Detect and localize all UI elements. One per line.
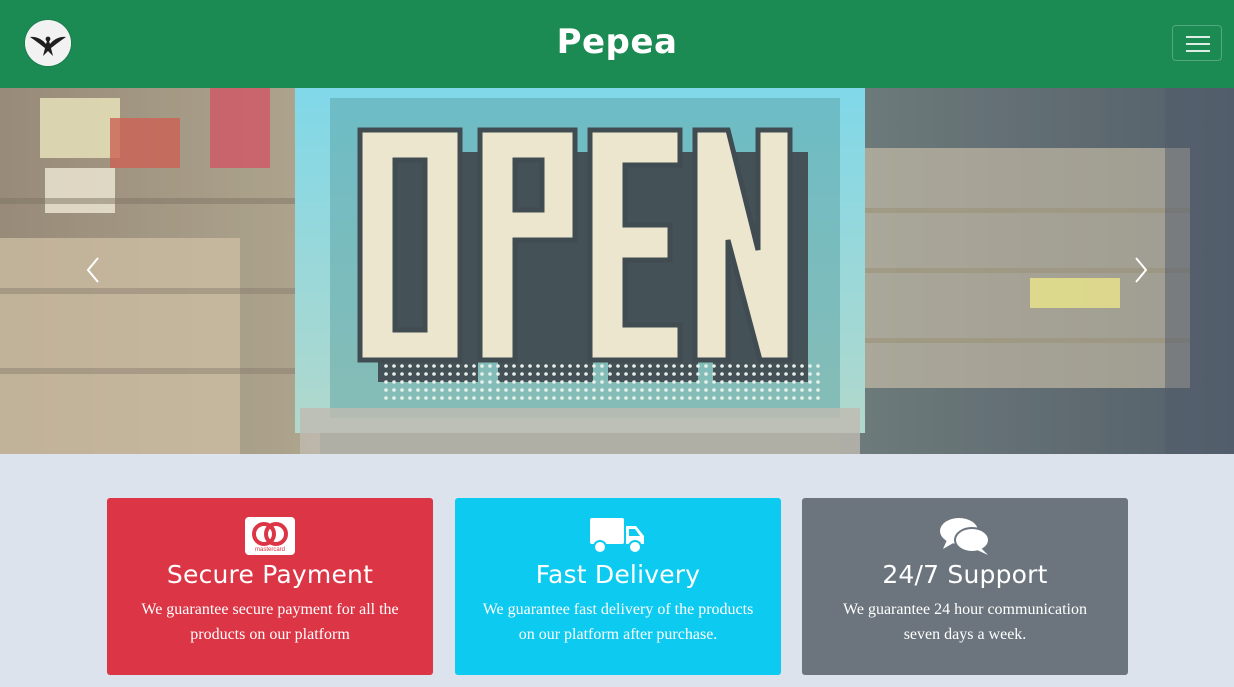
mastercard-label: mastercard bbox=[255, 547, 285, 553]
feature-title: 24/7 Support bbox=[882, 560, 1048, 589]
hamburger-menu-button[interactable] bbox=[1172, 25, 1222, 61]
feature-title: Secure Payment bbox=[166, 560, 374, 589]
chevron-left-icon bbox=[86, 257, 99, 283]
feature-card-support: 24/7 Support We guarantee 24 hour commun… bbox=[802, 498, 1128, 675]
chevron-right-icon bbox=[1135, 257, 1148, 283]
feature-title: Fast Delivery bbox=[535, 560, 701, 589]
mastercard-icon: mastercard bbox=[245, 517, 295, 555]
hamburger-menu-icon bbox=[1186, 36, 1210, 38]
hero-carousel bbox=[0, 88, 1234, 454]
delivery-truck-icon bbox=[590, 518, 644, 554]
feature-text: We guarantee 24 hour communication seven… bbox=[843, 601, 1087, 643]
brand-title[interactable]: Pepea bbox=[0, 22, 1234, 62]
carousel-prev-button[interactable] bbox=[78, 250, 108, 290]
chat-bubbles-icon bbox=[940, 518, 990, 555]
hero-image bbox=[0, 88, 1234, 454]
carousel-next-button[interactable] bbox=[1126, 250, 1156, 290]
feature-card-fast-delivery: Fast Delivery We guarantee fast delivery… bbox=[455, 498, 781, 675]
navbar: Pepea bbox=[0, 0, 1234, 88]
feature-text: We guarantee fast delivery of the produc… bbox=[482, 601, 754, 643]
feature-text: We guarantee secure payment for all the … bbox=[141, 601, 399, 643]
feature-card-secure-payment: mastercard Secure Payment We guarantee s… bbox=[107, 498, 433, 675]
